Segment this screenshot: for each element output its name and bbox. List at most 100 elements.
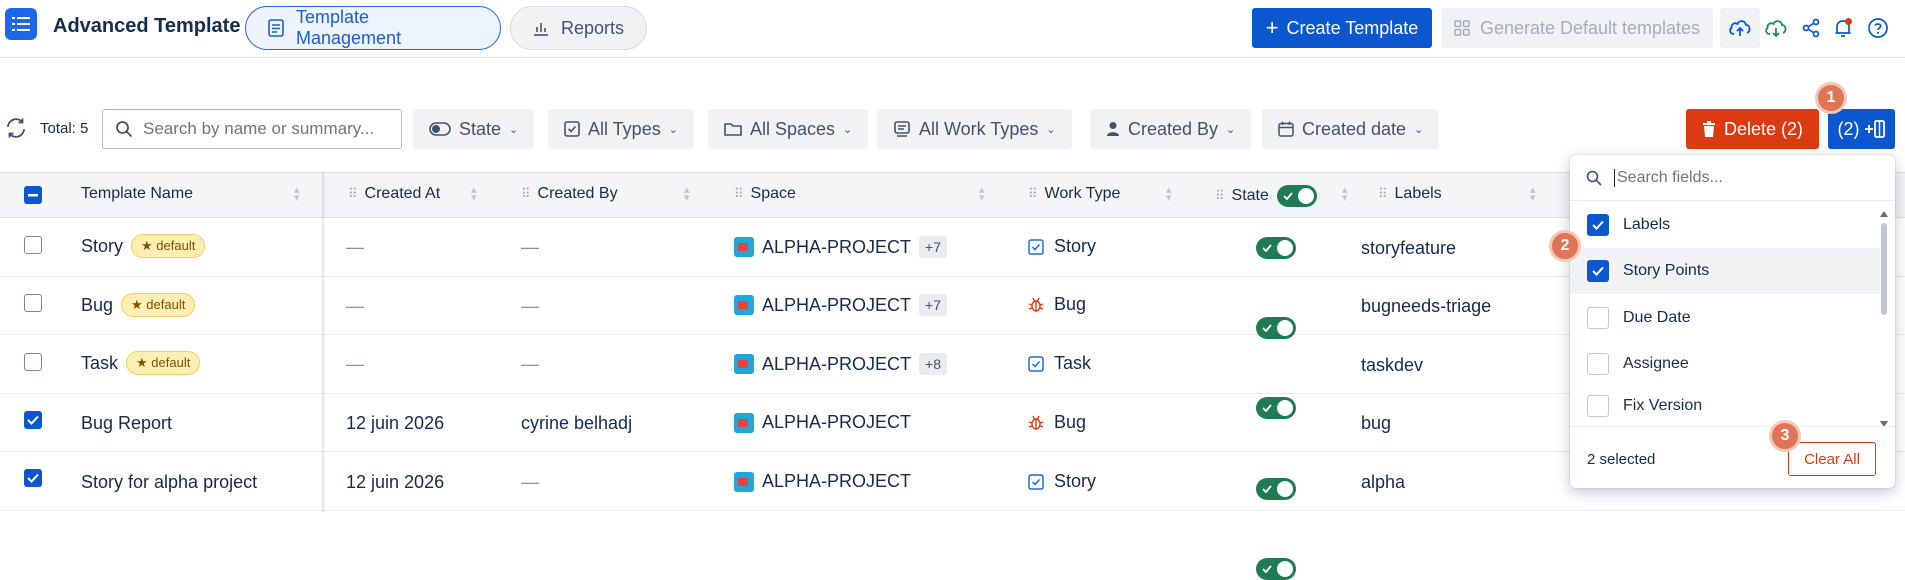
trash-icon [1702, 121, 1716, 137]
generate-default-templates-button[interactable]: Generate Default templates [1441, 8, 1713, 48]
column-header-labels[interactable]: ⠿ Labels [1378, 185, 1442, 203]
search-box[interactable] [102, 109, 402, 149]
work-type-label: Task [1054, 353, 1092, 373]
field-search-input[interactable] [1614, 168, 1854, 187]
created-at-cell: 12 juin 2026 [346, 413, 445, 433]
state-all-toggle[interactable] [1276, 185, 1317, 207]
sort-icon[interactable]: ▴ ▾ [1530, 185, 1536, 204]
more-spaces-badge[interactable]: +8 [919, 353, 947, 375]
field-option-labels[interactable]: Labels [1570, 202, 1880, 248]
template-name-cell[interactable]: Bug Report [81, 413, 172, 434]
column-header-created-by[interactable]: ⠿ Created By [521, 185, 618, 203]
default-badge: ★ default [126, 351, 201, 375]
labels-cell: storyfeature [1361, 238, 1457, 258]
grid-icon [1454, 20, 1470, 36]
sort-icon[interactable]: ▴ ▾ [1166, 185, 1172, 204]
user-icon [1106, 121, 1120, 137]
field-checkbox[interactable] [1587, 307, 1609, 329]
tab-reports[interactable]: Reports [510, 6, 647, 50]
field-option-story-points[interactable]: Story Points [1570, 248, 1880, 294]
search-icon [1586, 170, 1602, 186]
tab-template-management[interactable]: Template Management [245, 6, 501, 50]
space-name: ALPHA-PROJECT [762, 353, 912, 374]
column-header-space[interactable]: ⠿ Space [734, 185, 796, 203]
state-toggle[interactable] [1256, 237, 1296, 259]
column-chooser-button[interactable]: (2) [1828, 109, 1895, 149]
types-filter[interactable]: All Types ⌄ [548, 109, 694, 149]
column-label: State [1231, 187, 1269, 204]
row-checkbox[interactable] [24, 469, 42, 487]
field-checkbox[interactable] [1587, 353, 1609, 375]
template-name-cell[interactable]: Bug ★ default [81, 293, 196, 317]
column-header-template-name[interactable]: Template Name [81, 185, 193, 203]
template-name-cell[interactable]: Story for alpha project [81, 472, 257, 493]
sort-icon[interactable]: ▴ ▾ [979, 185, 985, 204]
drag-handle-icon[interactable]: ⠿ [1215, 188, 1224, 204]
space-name: ALPHA-PROJECT [762, 236, 912, 257]
field-search-box[interactable] [1570, 155, 1895, 201]
help-icon[interactable] [1858, 8, 1898, 48]
state-toggle[interactable] [1256, 558, 1296, 580]
work-types-filter[interactable]: All Work Types ⌄ [877, 109, 1072, 149]
created-at-cell: — [346, 354, 364, 374]
field-option-fix-version[interactable]: Fix Version [1570, 388, 1880, 424]
drag-handle-icon[interactable]: ⠿ [734, 186, 743, 202]
row-checkbox[interactable] [24, 236, 42, 254]
more-spaces-badge[interactable]: +7 [919, 236, 947, 258]
field-option-due-date[interactable]: Due Date [1570, 295, 1880, 341]
row-checkbox[interactable] [24, 411, 42, 429]
clear-all-button[interactable]: Clear All [1788, 442, 1876, 476]
created-by-filter[interactable]: Created By ⌄ [1090, 109, 1252, 149]
create-template-label: Create Template [1286, 17, 1419, 38]
plus-icon: + [1265, 15, 1279, 40]
row-checkbox[interactable] [24, 294, 42, 312]
project-icon [734, 295, 754, 315]
column-header-work-type[interactable]: ⠿ Work Type [1028, 185, 1120, 203]
space-cell: ALPHA-PROJECT +8 [734, 353, 947, 375]
search-input[interactable] [143, 119, 383, 139]
step-badge-2: 2 [1549, 230, 1581, 262]
created-by-cell: cyrine belhadj [521, 413, 633, 433]
cloud-upload-icon[interactable] [1720, 8, 1760, 48]
created-date-filter[interactable]: Created date ⌄ [1262, 109, 1440, 149]
template-name: Story for alpha project [81, 472, 258, 492]
sort-icon[interactable]: ▴ ▾ [294, 185, 300, 204]
template-name-cell[interactable]: Task ★ default [81, 351, 201, 375]
field-checkbox[interactable] [1587, 395, 1609, 417]
field-option-assignee[interactable]: Assignee [1570, 341, 1880, 387]
template-name-cell[interactable]: Story ★ default [81, 234, 206, 258]
delete-label: Delete (2) [1723, 118, 1804, 139]
field-option-label: Story Points [1623, 262, 1710, 279]
generate-default-templates-label: Generate Default templates [1479, 17, 1701, 38]
labels-cell: taskdev [1361, 355, 1424, 375]
select-all-checkbox[interactable] [24, 186, 42, 204]
app-menu-icon[interactable] [5, 8, 37, 40]
column-label: Labels [1394, 185, 1442, 202]
drag-handle-icon[interactable]: ⠿ [348, 186, 357, 202]
create-template-button[interactable]: + Create Template [1252, 8, 1432, 48]
created-by-filter-label: Created By [1128, 118, 1219, 139]
more-spaces-badge[interactable]: +7 [919, 294, 947, 316]
column-header-created-at[interactable]: ⠿ Created At [348, 185, 440, 203]
column-header-state[interactable]: ⠿ State [1215, 185, 1317, 207]
drag-handle-icon[interactable]: ⠿ [1378, 186, 1387, 202]
field-checkbox[interactable] [1587, 260, 1609, 282]
drag-handle-icon[interactable]: ⠿ [521, 186, 530, 202]
project-icon [734, 237, 754, 257]
bell-icon[interactable] [1823, 8, 1863, 48]
refresh-icon[interactable] [4, 116, 28, 140]
field-checkbox[interactable] [1587, 214, 1609, 236]
row-checkbox[interactable] [24, 353, 42, 371]
sort-icon[interactable]: ▴ ▾ [684, 185, 690, 204]
cloud-download-icon[interactable] [1756, 8, 1796, 48]
sort-icon[interactable]: ▴ ▾ [471, 185, 477, 204]
spaces-filter-label: All Spaces [750, 118, 836, 139]
state-filter[interactable]: State ⌄ [413, 109, 535, 149]
spaces-filter[interactable]: All Spaces ⌄ [708, 109, 869, 149]
toggle-icon [429, 122, 451, 136]
space-cell: ALPHA-PROJECT +7 [734, 236, 947, 258]
field-list-scrollbar[interactable] [1878, 207, 1890, 437]
delete-button[interactable]: Delete (2) [1686, 109, 1819, 149]
sort-icon[interactable]: ▴ ▾ [1342, 185, 1348, 204]
drag-handle-icon[interactable]: ⠿ [1028, 186, 1037, 202]
